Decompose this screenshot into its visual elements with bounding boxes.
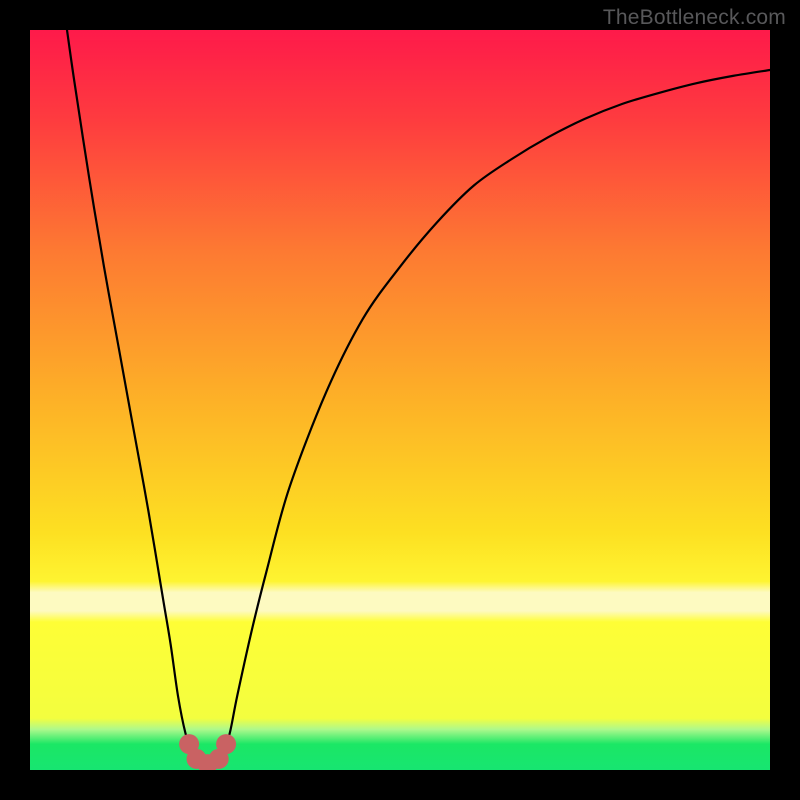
bottleneck-curve: [67, 30, 770, 770]
minimum-marker: [216, 734, 236, 754]
minimum-marker-cluster: [179, 734, 236, 770]
plot-frame: [30, 30, 770, 770]
watermark-text: TheBottleneck.com: [603, 6, 786, 30]
curve-layer: [30, 30, 770, 770]
